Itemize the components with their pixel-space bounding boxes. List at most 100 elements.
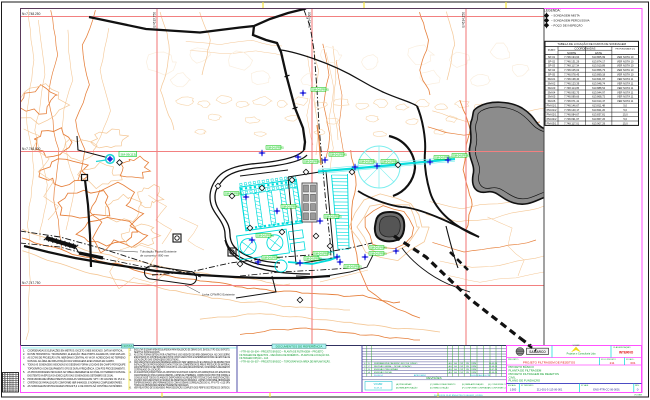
svg-text:30-09-14: 30-09-14 [489, 363, 498, 365]
svg-text:INTERNO: INTERNO [619, 350, 634, 354]
svg-text:GG: GG [454, 369, 458, 371]
svg-text:LOCALIZAÇÃO DAS SONDAGENS EXEC: LOCALIZAÇÃO DAS SONDAGENS EXECUTADAS. [134, 359, 179, 362]
svg-text:SM-04 (PROJ): SM-04 (PROJ) [345, 264, 362, 268]
svg-text:VER RELATÓRIO DE SONDAGENS PAR: VER RELATÓRIO DE SONDAGENS PARA DESCRIÇÃ… [134, 387, 230, 390]
svg-text:SM-02: SM-02 [548, 82, 556, 86]
svg-text:SM-04 (PROJ): SM-04 (PROJ) [330, 152, 347, 156]
svg-text:613.874,17: 613.874,17 [592, 59, 606, 63]
svg-text:1.: 1. [23, 350, 25, 353]
svg-text:CW: CW [460, 366, 464, 368]
svg-text:021: 021 [9, 387, 12, 389]
svg-text:ENG-FTR-CC-06-0001: ENG-FTR-CC-06-0001 [593, 387, 620, 391]
svg-text:7.748.105,02: 7.748.105,02 [564, 68, 580, 72]
svg-text:211: 211 [610, 361, 615, 365]
svg-text:FILTRAGEM OPÇÃO – 1A3.: FILTRAGEM OPÇÃO – 1A3. [240, 357, 270, 360]
svg-text:SM-04 (PROJ): SM-04 (PROJ) [314, 251, 331, 255]
svg-text:613.856,73: 613.856,73 [592, 68, 606, 72]
svg-text:RRM: RRM [471, 366, 476, 368]
svg-text:7.748.123,39: 7.748.123,39 [564, 82, 580, 86]
svg-text:EXECUTADOS OS CONTROLES EXECUT: EXECUTADOS OS CONTROLES EXECUTIVOS CONST… [134, 356, 230, 359]
svg-text:Nº VALE: Nº VALE [581, 384, 589, 387]
svg-text:7.748.140,17: 7.748.140,17 [564, 108, 580, 112]
svg-text:613.888,54: 613.888,54 [592, 86, 606, 90]
svg-text:JW: JW [466, 369, 469, 371]
svg-text:JW: JW [466, 363, 469, 365]
svg-text:30-09-14: 30-09-14 [374, 375, 384, 377]
svg-text:EXECUTAR E DEIXAR ÁREA REGULAR: EXECUTAR E DEIXAR ÁREA REGULARIZADA PARA… [134, 348, 230, 351]
svg-text:TOPOGRÁFICA COM EQUIPAMENTO GP: TOPOGRÁFICA COM EQUIPAMENTO GPS DE DUPLA… [28, 367, 126, 370]
svg-text:VER NOTA 11: VER NOTA 11 [617, 90, 634, 94]
svg-text:N=7.748.000: N=7.748.000 [22, 147, 41, 151]
svg-text:SM-04 (PROJ): SM-04 (PROJ) [312, 87, 329, 91]
svg-text:Nº TERCEIRO: Nº TERCEIRO [521, 384, 534, 387]
svg-text:E=614.250: E=614.250 [462, 12, 466, 28]
svg-text:SM-04 (PROJ): SM-04 (PROJ) [282, 204, 299, 208]
svg-text:– POÇO DE INSPEÇÃO: – POÇO DE INSPEÇÃO [551, 22, 583, 27]
svg-text:SM-04 (PROJ): SM-04 (PROJ) [304, 159, 321, 163]
svg-text:GG: GG [454, 366, 458, 368]
svg-text:TODAS AS SONDAGENS INDICADAS N: TODAS AS SONDAGENS INDICADAS NO DESENHO … [28, 364, 126, 367]
svg-text:CARACTERIZAÇÃO FÍSICA (GRANULO: CARACTERIZAÇÃO FÍSICA (GRANULOMETRIA, LI… [134, 374, 230, 377]
svg-text:PM-02/1: PM-02/1 [547, 113, 557, 117]
svg-text:EMISSÃO PRELIMINAR: EMISSÃO PRELIMINAR [374, 368, 398, 371]
svg-text:SM-04 (PROJ): SM-04 (PROJ) [453, 153, 470, 157]
svg-text:021: 021 [9, 377, 12, 379]
svg-text:22-08-14: 22-08-14 [489, 366, 498, 368]
svg-text:EMISSÃO INICIAL: EMISSÃO INICIAL [374, 371, 393, 374]
svg-text:GG: GG [454, 363, 458, 365]
svg-text:7.748.138,40: 7.748.138,40 [564, 77, 580, 81]
svg-text:1:500: 1:500 [510, 387, 517, 391]
svg-text:(A) PRELIMINAR: (A) PRELIMINAR [396, 383, 412, 386]
svg-text:613.910,89: 613.910,89 [592, 64, 606, 68]
svg-text:VER NOTA 11: VER NOTA 11 [617, 95, 634, 99]
svg-text:VOGBR: VOGBR [573, 345, 580, 347]
svg-text:SM-09(113): SM-09(113) [121, 152, 137, 156]
svg-text:FILTRAGEM DE REJEITOS – MECÂ: FILTRAGEM DE REJEITOS – MECÂNICA DE MINÉ… [240, 354, 330, 357]
svg-text:SP-05: SP-05 [548, 73, 556, 77]
svg-text:7.748.091,67: 7.748.091,67 [564, 117, 580, 121]
svg-text:021: 021 [9, 375, 12, 377]
svg-text:LEGENDA:: LEGENDA: [544, 9, 561, 13]
svg-text:7.748.131,29: 7.748.131,29 [564, 59, 580, 63]
svg-text:AG: AG [449, 368, 452, 371]
svg-text:SM-04 (PROJ): SM-04 (PROJ) [370, 245, 387, 249]
svg-text:SM-04 (PROJ): SM-04 (PROJ) [435, 155, 452, 159]
svg-text:VER NOTA 10: VER NOTA 10 [617, 64, 634, 68]
svg-text:613.944,97: 613.944,97 [592, 90, 606, 94]
svg-text:7.748.114,05: 7.748.114,05 [564, 86, 580, 90]
svg-text:021: 021 [9, 383, 12, 385]
svg-text:CRITÉRIO DE PARALIZAÇÃO CONFOR: CRITÉRIO DE PARALIZAÇÃO CONFORME NBR 648… [28, 381, 123, 384]
svg-text:AG: AG [449, 365, 452, 368]
svg-text:INSTALAÇÕES DE PROFUNDIDADE EX: INSTALAÇÕES DE PROFUNDIDADE EXATA E TODA… [134, 364, 231, 367]
svg-text:– FTR–60–00–004 – PROJETO B: – FTR–60–00–004 – PROJETO BÁSICO – PLANT… [240, 351, 324, 354]
svg-text:SM-04 (PROJ): SM-04 (PROJ) [382, 159, 399, 163]
svg-text:613.805,99: 613.805,99 [592, 55, 606, 59]
svg-text:FURO: FURO [548, 48, 556, 52]
svg-text:6.: 6. [23, 378, 25, 381]
svg-text:VER NOTA 10: VER NOTA 10 [617, 59, 634, 63]
svg-text:N=7.747.750: N=7.747.750 [22, 281, 41, 285]
svg-text:SM-04 (PROJ): SM-04 (PROJ) [267, 145, 284, 149]
svg-text:SM-03: SM-03 [548, 86, 556, 90]
svg-text:N=7.748.250: N=7.748.250 [22, 12, 41, 16]
svg-text:REVISÃO GERAL – NOVA LOCAÇÃO: REVISÃO GERAL – NOVA LOCAÇÃO [374, 365, 412, 368]
svg-text:RRM: RRM [471, 372, 476, 374]
svg-text:15,0: 15,0 [623, 113, 629, 117]
svg-text:SM-04 (PROJ): SM-04 (PROJ) [257, 233, 274, 237]
svg-text:VER NOTA 11: VER NOTA 11 [617, 82, 634, 86]
svg-text:14: 14 [15, 379, 17, 381]
svg-text:FERRAMENTA CADERNO BOX DE JUNH: FERRAMENTA CADERNO BOX DE JUNHO [374, 362, 418, 365]
svg-text:SAMARCO: SAMARCO [529, 350, 546, 354]
svg-text:021: 021 [9, 391, 12, 393]
svg-text:2.: 2. [23, 353, 25, 356]
svg-text:AS SONDAGENS MISTAS DEVEM ATIN: AS SONDAGENS MISTAS DEVEM ATINGIR 5,0 m … [28, 385, 123, 388]
svg-text:AS CADASTRAIS FORAM TODAS AS A: AS CADASTRAIS FORAM TODAS AS AMOSTRAS SO… [134, 371, 230, 374]
svg-text:SUPERVISIONADOS NÃO PERMANECID: SUPERVISIONADOS NÃO PERMANECIDOS COM AS … [134, 381, 231, 384]
svg-text:TABELA DE LOCAÇÃO DE FUROS DE: TABELA DE LOCAÇÃO DE FUROS DE SONDAGEM [557, 41, 626, 46]
svg-text:CW: CW [460, 363, 464, 365]
svg-text:SM-04 (PROJ): SM-04 (PROJ) [325, 214, 342, 218]
svg-text:021: 021 [9, 381, 12, 383]
svg-text:SM-04: SM-04 [548, 90, 556, 94]
svg-text:DATUM HORIZONTAL: TRANSVERSO,: DATUM HORIZONTAL: TRANSVERSO, ELEVAÇÃO: … [28, 353, 126, 356]
svg-text:30-09-2014 15:42 ENG-FTR-CC-0: 30-09-2014 15:42 ENG-FTR-CC-06-0001_0.DW… [434, 395, 483, 397]
